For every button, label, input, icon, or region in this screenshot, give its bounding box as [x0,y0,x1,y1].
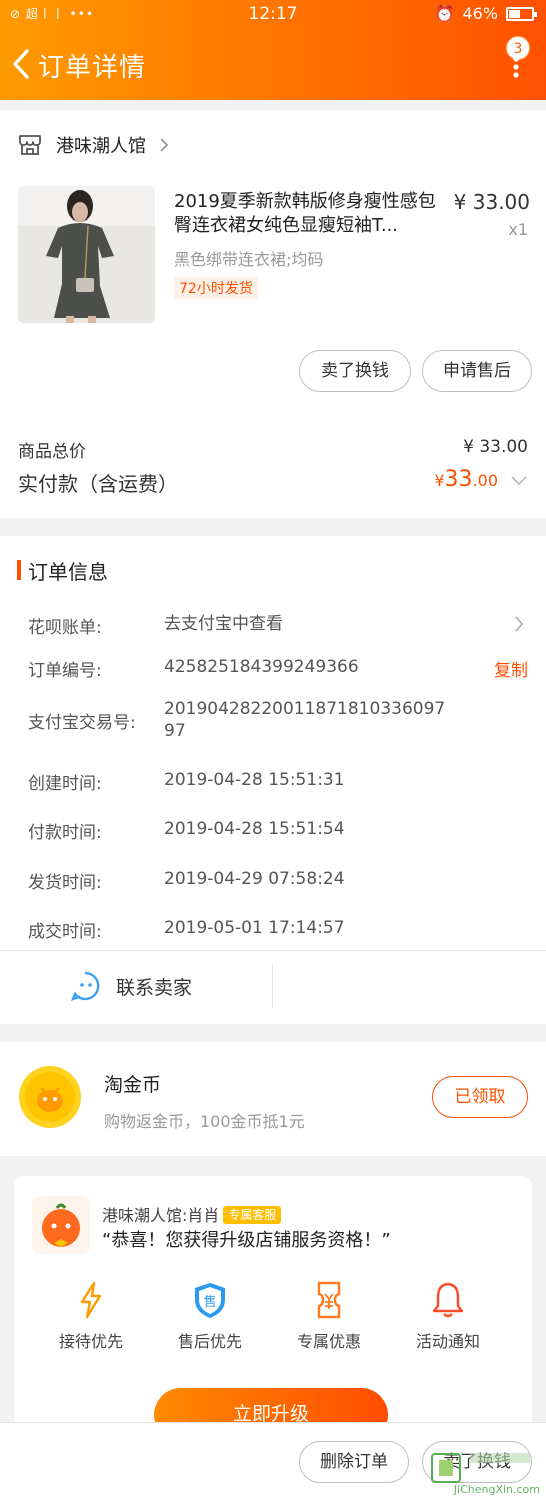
created-time-row: 创建时间: 2019-04-28 15:51:31 [28,769,528,794]
subtotal-value: ¥ 33.00 [463,437,528,457]
status-right: ⏰ 46% [434,4,537,23]
section-accent-bar [17,560,21,580]
lightning-icon [80,1281,102,1319]
product-title[interactable]: 2019夏季新款韩版修身瘦性感包臀连衣裙女纯色显瘦短袖T... [174,190,436,238]
svg-text:售: 售 [203,1294,216,1310]
product-image[interactable] [18,186,155,323]
coupon-icon [317,1281,341,1319]
alarm-icon: ⏰ [434,4,455,23]
huabei-bill-row[interactable]: 花呗账单: 去支付宝中查看 [28,613,528,638]
completed-time-row: 成交时间: 2019-05-01 17:14:57 [28,917,528,942]
dress-photo-icon [18,186,155,323]
service-section: 港味潮人馆:肖肖 专属客服 “恭喜！您获得升级店铺服务资格！” 接待优先 售 售后… [0,1158,546,1442]
paid-amount-label: 实付款（含运费） [18,472,178,496]
perk-label: 售后优先 [177,1332,242,1351]
paid-integer: 33 [444,467,473,492]
paid-currency: ¥ [434,471,445,490]
info-value: 2019-05-01 17:14:57 [164,918,345,938]
perk-label: 专属优惠 [296,1332,361,1351]
service-card: 港味潮人馆:肖肖 专属客服 “恭喜！您获得升级店铺服务资格！” 接待优先 售 售后… [14,1176,532,1442]
service-avatar [32,1196,90,1254]
shop-link[interactable]: 港味潮人馆 [18,132,170,158]
coin-title: 淘金币 [104,1074,162,1096]
chat-face-icon [70,971,100,1001]
chevron-right-icon [160,138,169,152]
more-options-icon[interactable] [512,56,520,78]
perk-exclusive-discount[interactable]: 专属优惠 [274,1280,384,1352]
order-number-row: 订单编号: 425825184399249366 复制 [28,656,528,681]
status-bar: ⊘ 超丨丨 ••• 12:17 ⏰ 46% [0,0,546,30]
agent-name-text: 港味潮人馆:肖肖 [102,1206,220,1225]
delete-order-button[interactable]: 删除订单 [299,1441,409,1483]
product-price: ¥ 33.00 [453,190,530,214]
apply-aftersale-button[interactable]: 申请售后 [422,350,532,392]
info-key: 支付宝交易号: [28,713,136,733]
shipping-badge: 72小时发货 [174,277,258,299]
battery-percent: 46% [462,4,498,23]
gold-coin-icon [19,1066,81,1128]
coin-description: 购物返金币，100金币抵1元 [104,1112,305,1131]
store-icon [19,135,41,155]
info-value: 425825184399249366 [164,657,359,677]
subtotal-label: 商品总价 [18,442,86,462]
info-key: 成交时间: [28,922,102,942]
info-key: 发货时间: [28,873,102,893]
shipped-time-row: 发货时间: 2019-04-29 07:58:24 [28,868,528,893]
coin-claimed-button[interactable]: 已领取 [432,1076,528,1118]
info-key: 订单编号: [28,661,102,681]
info-value: 2019-04-29 07:58:24 [164,869,345,889]
copy-order-number-button[interactable]: 复制 [494,656,528,681]
taojinbi-card: 淘金币 购物返金币，100金币抵1元 已领取 [0,1042,546,1156]
paid-decimal: .00 [472,471,498,490]
contact-seller-label: 联系卖家 [116,976,193,999]
watermark-text: JiChengXin.com [453,1483,540,1496]
order-info-title: 订单信息 [28,560,108,584]
info-key: 创建时间: [28,774,102,794]
info-value: 20190428220011871810336097 97 [164,699,446,741]
back-arrow-icon[interactable] [10,46,32,82]
product-quantity: x1 [508,220,528,239]
page-title: 订单详情 [38,53,147,83]
shield-icon: 售 [195,1283,225,1318]
shop-name: 港味潮人馆 [56,136,146,157]
alipay-trade-row: 支付宝交易号: 20190428220011871810336097 97 [28,698,528,746]
perk-event-notification[interactable]: 活动通知 [393,1280,503,1352]
service-agent-name: 港味潮人馆:肖肖 专属客服 [102,1202,282,1226]
info-key: 付款时间: [28,823,102,843]
perk-label: 接待优先 [58,1332,123,1351]
paid-time-row: 付款时间: 2019-04-28 15:51:54 [28,818,528,843]
info-value: 去支付宝中查看 [164,614,283,634]
info-key: 花呗账单: [28,618,102,638]
divider [0,950,546,951]
order-detail-page: { "status_bar": { "left": "\u2298 \u8d85… [0,0,546,1500]
battery-icon [506,6,537,21]
vertical-divider [272,964,273,1008]
perk-label: 活动通知 [415,1332,480,1351]
service-message: “恭喜！您获得升级店铺服务资格！” [102,1230,391,1251]
bottom-action-bar: 删除订单 卖了换钱 JiChengXin.com [0,1422,546,1500]
info-value: 2019-04-28 15:51:54 [164,819,345,839]
app-header: ⊘ 超丨丨 ••• 12:17 ⏰ 46% 订单详情 3 [0,0,546,100]
perk-reception-priority[interactable]: 接待优先 [36,1280,146,1352]
bell-icon [432,1282,464,1318]
contact-seller-button[interactable]: 联系卖家 [70,970,192,1002]
perk-aftersale-priority[interactable]: 售 售后优先 [155,1280,265,1352]
sell-for-cash-button[interactable]: 卖了换钱 [299,350,411,392]
info-value: 2019-04-28 15:51:31 [164,770,345,790]
order-info-card: 订单信息 花呗账单: 去支付宝中查看 订单编号: 425825184399249… [0,536,546,1024]
exclusive-service-tag: 专属客服 [223,1206,282,1224]
chevron-right-icon [515,616,524,632]
chevron-down-icon[interactable] [510,475,528,487]
product-sku: 黑色绑带连衣裙;均码 [174,250,324,269]
paid-amount-value: ¥33.00 [434,467,498,492]
order-item-card: 港味潮人馆 2019夏季新款韩版修身瘦性感包臀连衣裙女纯色显瘦短袖T... ¥ … [0,110,546,518]
